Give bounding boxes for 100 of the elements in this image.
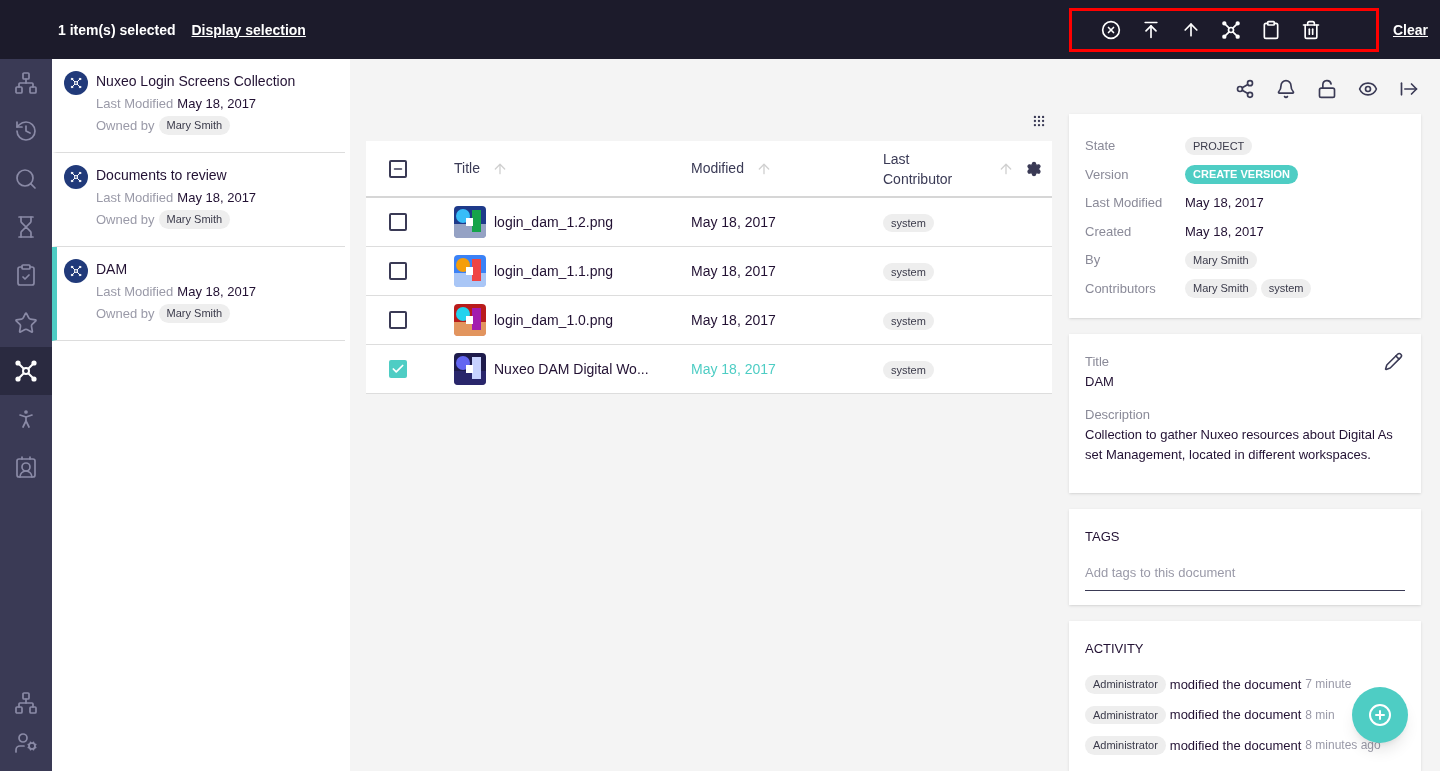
collection-title: Nuxeo Login Screens Collection [96,72,296,91]
org-chart-icon[interactable] [14,691,38,715]
collections-icon [1220,19,1241,40]
delete-icon[interactable] [1300,19,1321,40]
field-label: By [1085,251,1102,269]
eye-icon[interactable] [1358,79,1378,99]
share-icon[interactable] [1235,79,1255,99]
value-chip: Mary Smith [1185,250,1257,269]
modified-date: May 18, 2017 [691,261,777,281]
row-checkbox[interactable] [389,311,407,329]
bell-icon[interactable] [1276,79,1296,99]
star-icon[interactable] [14,311,38,335]
tags-field[interactable]: Add tags to this document [1085,560,1405,591]
user-chip: system [883,262,934,281]
selection-count: 1 item(s) selected [58,20,176,40]
modified-date: May 18, 2017 [691,310,777,330]
file-title: Nuxeo DAM Digital Wo... [494,359,649,379]
owner-label: Owned by [96,210,155,229]
modified-date: May 18, 2017 [691,359,777,379]
collection-title: Documents to review [96,166,228,185]
collections-icon [70,265,82,277]
table-row[interactable]: login_dam_1.1.png May 18, 2017 system [366,247,1052,296]
modified-date: May 18, 2017 [177,283,257,301]
hierarchy-icon[interactable] [14,71,38,95]
row-checkbox[interactable] [389,213,407,231]
column-header[interactable]: Modified [691,158,744,179]
field-label: State [1085,137,1117,155]
modified-date: May 18, 2017 [691,212,777,232]
history-icon[interactable] [14,119,38,143]
search-icon[interactable] [14,167,38,191]
table-row[interactable]: login_dam_1.0.png May 18, 2017 system [366,296,1052,345]
collection-item[interactable]: Nuxeo Login Screens Collection Last Modified May 18, 2017 Owned by Mary Smith [52,59,345,153]
table-row[interactable]: Nuxeo DAM Digital Wo... May 18, 2017 system [366,345,1052,394]
collections-icon [70,77,82,89]
field-value: May 18, 2017 [1185,222,1264,241]
file-title: login_dam_1.1.png [494,261,614,281]
activity-time: 7 minute [1305,676,1352,694]
modified-label: Last Modified [96,95,174,113]
exit-icon[interactable] [1399,79,1419,99]
user-chip: Administrator [1085,675,1166,694]
activity-text: modified the document [1169,675,1302,694]
value-chip: Mary Smith [1185,279,1257,298]
edit-icon[interactable] [1384,352,1403,371]
row-checkbox[interactable] [389,360,407,378]
owner-label: Owned by [96,304,155,323]
tags-input-field[interactable]: Add tags to this document [1085,563,1405,583]
activity-text: modified the document [1169,706,1302,724]
row-checkbox[interactable] [389,262,407,280]
plus-icon [1368,703,1392,727]
field-value: May 18, 2017 [1185,194,1264,212]
select-all-checkbox[interactable] [389,159,407,178]
clipboard-check-icon[interactable] [14,263,38,287]
user-chip: Mary Smith [158,210,231,229]
display-selection-link[interactable]: Display selection [191,19,306,40]
field-label: Created [1085,222,1133,241]
column-header[interactable]: Last Contributor [883,148,973,189]
user-chip: system [883,360,934,379]
tags-heading: TAGS [1085,527,1121,546]
field-label: Description [1085,406,1151,424]
description-text: Collection to gather Nuxeo resources about Digital Asset Management, located in different workspaces. [1085,425,1394,464]
value-chip: system [1260,279,1312,298]
user-settings-icon[interactable] [14,731,38,755]
user-chip: Mary Smith [158,116,231,135]
user-chip: system [883,311,934,330]
column-header[interactable]: Title [454,158,480,179]
clear-link[interactable]: Clear [1392,19,1428,40]
field-label: Version [1085,165,1130,184]
file-title: login_dam_1.0.png [494,310,614,330]
modified-label: Last Modified [96,283,174,301]
field-label: Contributors [1085,279,1157,298]
cancel-icon[interactable] [1100,19,1121,40]
check-icon [391,362,405,376]
modified-label: Last Modified [96,189,174,207]
field-label: Title [1085,353,1110,371]
field-label: Last Modified [1085,194,1164,212]
modified-date: May 18, 2017 [177,189,257,207]
collections-icon [14,359,38,383]
collection-item[interactable]: Documents to review Last Modified May 18, 2017 Owned by Mary Smith [52,153,345,247]
activity-time: 8 min [1305,706,1335,724]
collection-item[interactable]: DAM Last Modified May 18, 2017 Owned by Mary Smith [52,247,345,341]
owner-label: Owned by [96,116,155,135]
nav-item[interactable] [0,347,52,395]
activity-heading: ACTIVITY [1085,640,1145,658]
file-title: login_dam_1.2.png [494,212,614,232]
table-row[interactable]: login_dam_1.2.png May 18, 2017 system [366,198,1052,247]
activity-time: 8 minutes ago [1305,737,1381,755]
activity-text: modified the document [1169,736,1302,755]
user-chip: system [883,213,934,232]
modified-date: May 18, 2017 [177,95,257,113]
collections-icon [70,171,82,183]
value-chip: PROJECT [1185,136,1253,155]
user-chip: Administrator [1085,736,1166,755]
unlock-icon[interactable] [1317,79,1337,99]
user-chip: Mary Smith [158,304,231,323]
title-value: DAM [1085,372,1115,391]
collection-title: DAM [96,260,129,279]
user-chip: Administrator [1085,705,1166,724]
settings-icon[interactable] [1026,160,1042,177]
grid-view-icon[interactable] [1032,114,1046,128]
badge-icon[interactable] [14,455,38,479]
